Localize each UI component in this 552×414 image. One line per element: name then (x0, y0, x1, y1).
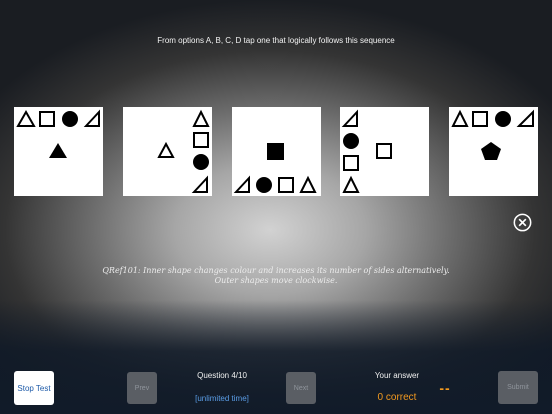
inner-square-filled (267, 143, 284, 160)
outer-square-outline (278, 177, 294, 193)
question-counter: Question 4/10 (197, 371, 247, 380)
prev-button[interactable]: Prev (127, 372, 157, 404)
outer-right-triangle-outline (233, 175, 250, 193)
outer-circle-filled (495, 111, 511, 127)
outer-square-outline (39, 111, 55, 127)
instruction-text: From options A, B, C, D tap one that log… (157, 36, 395, 45)
outer-circle-filled (343, 133, 359, 149)
outer-right-triangle-outline (516, 109, 534, 127)
outer-right-triangle-outline (341, 109, 358, 127)
outer-square-outline (343, 155, 359, 171)
background-fade (0, 300, 552, 414)
outer-triangle-outline (342, 175, 360, 193)
sequence-panel-3 (232, 107, 321, 196)
your-answer-label: Your answer (374, 371, 420, 380)
sequence-panel-5 (449, 107, 538, 196)
outer-square-outline (193, 132, 209, 148)
outer-square-outline (472, 111, 488, 127)
next-button[interactable]: Next (286, 372, 316, 404)
submit-button[interactable]: Submit (498, 371, 538, 404)
correct-count: 0 correct (377, 392, 417, 403)
outer-circle-filled (256, 177, 272, 193)
outer-right-triangle-outline (83, 109, 100, 127)
explanation-text: QRef101: Inner shape changes colour and … (102, 266, 450, 285)
inner-square-outline (376, 143, 392, 159)
sequence-panel-1 (14, 107, 103, 196)
sequence-panel-2 (123, 107, 212, 196)
inner-pentagon-filled (481, 142, 501, 160)
inner-triangle-filled (49, 143, 67, 158)
outer-circle-filled (193, 154, 209, 170)
time-limit-link[interactable]: [unlimited time] (172, 394, 272, 403)
outer-circle-filled (62, 111, 78, 127)
outer-triangle-outline (451, 109, 469, 127)
inner-triangle-outline (157, 141, 175, 158)
stop-test-button[interactable]: Stop Test (14, 371, 54, 405)
close-icon[interactable] (513, 213, 532, 232)
outer-triangle-outline (16, 109, 36, 127)
sequence-panel-4 (340, 107, 429, 196)
outer-triangle-outline (192, 109, 210, 127)
outer-right-triangle-outline (191, 175, 208, 193)
outer-triangle-outline (299, 175, 317, 193)
